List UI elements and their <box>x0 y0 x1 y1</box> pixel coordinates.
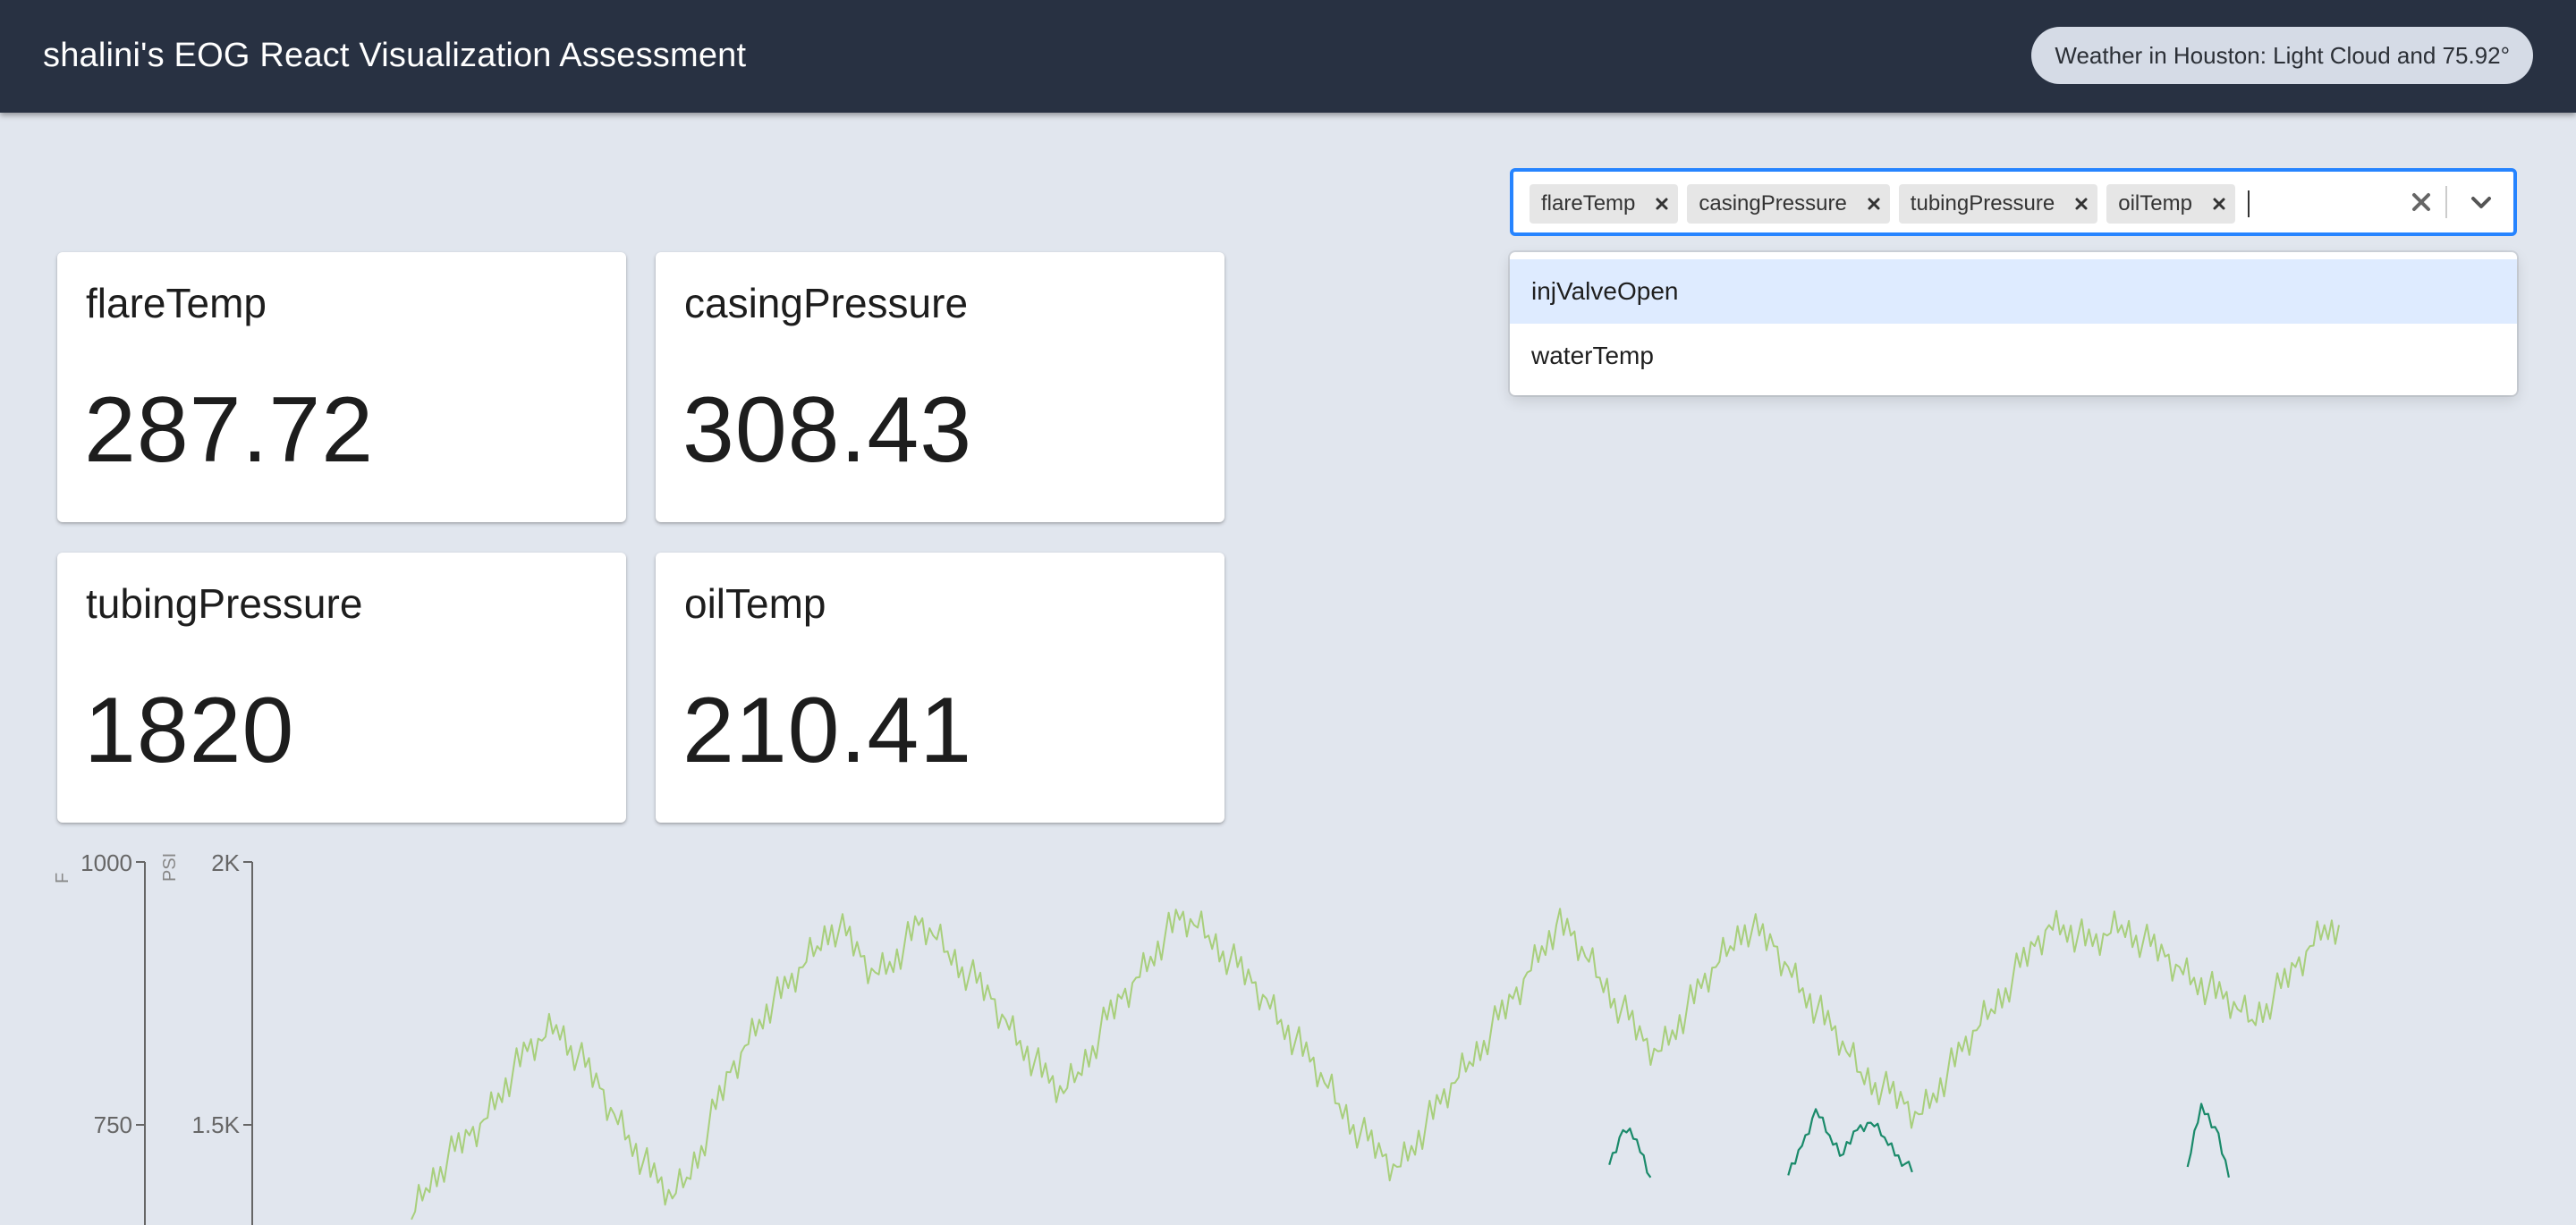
metric-tag-oiltemp: oilTemp <box>2106 184 2235 224</box>
remove-tag-button[interactable] <box>1858 184 1890 224</box>
pressure-axis-unit: PSI <box>160 853 180 882</box>
metric-tag-label: casingPressure <box>1699 191 1847 215</box>
metric-card-title: tubingPressure <box>86 580 363 627</box>
metric-options-menu: injValveOpen waterTemp <box>1510 252 2517 395</box>
menu-option-injvalveopen[interactable]: injValveOpen <box>1510 259 2517 324</box>
metric-card: casingPressure 308.43 <box>656 252 1224 522</box>
close-icon <box>1868 198 1880 210</box>
close-icon <box>1656 198 1668 210</box>
remove-tag-button[interactable] <box>2203 184 2235 224</box>
app-title: shalini's EOG React Visualization Assess… <box>43 37 747 74</box>
metric-card-value: 210.41 <box>682 679 973 782</box>
remove-tag-button[interactable] <box>1646 184 1678 224</box>
metric-card-title: casingPressure <box>684 280 969 326</box>
clear-all-button[interactable] <box>2394 172 2449 232</box>
remove-tag-button[interactable] <box>2065 184 2097 224</box>
indicator-separator <box>2445 186 2447 218</box>
metric-card-value: 1820 <box>84 679 295 782</box>
series-layer <box>411 908 2340 1221</box>
metric-card-value: 287.72 <box>84 378 375 482</box>
metric-tag-label: tubingPressure <box>1910 191 2055 215</box>
metric-card: tubingPressure 1820 <box>57 553 626 823</box>
metric-tag-label: oilTemp <box>2118 191 2192 215</box>
temperature-axis-tick-label: 750 <box>94 1111 132 1138</box>
metric-select[interactable]: flareTemp casingPressure tubingPressure <box>1510 168 2517 236</box>
dropdown-toggle-button[interactable] <box>2449 172 2513 232</box>
weather-chip[interactable]: Weather in Houston: Light Cloud and 75.9… <box>2031 27 2533 84</box>
metric-card: oilTemp 210.41 <box>656 553 1224 823</box>
close-icon <box>2075 198 2088 210</box>
temperature-axis-tick-label: 1000 <box>80 849 132 876</box>
metric-card-value: 308.43 <box>682 378 973 482</box>
chevron-down-icon <box>2471 197 2491 208</box>
metric-card-title: oilTemp <box>684 580 826 627</box>
pressure-series-line <box>411 908 2340 1221</box>
close-icon <box>2213 198 2225 210</box>
app-header: shalini's EOG React Visualization Assess… <box>0 0 2576 113</box>
pressure-axis-tick-label: 1.5K <box>192 1111 241 1138</box>
temperature-axis-unit: F <box>53 873 72 883</box>
metric-card-title: flareTemp <box>86 280 267 326</box>
close-icon <box>2412 193 2430 211</box>
metric-card: flareTemp 287.72 <box>57 252 626 522</box>
metric-tag-flaretemp: flareTemp <box>1530 184 1679 224</box>
metrics-line-chart: F 1000 750 PSI 2K 1.5K <box>53 849 2340 1225</box>
metric-tag-casingpressure: casingPressure <box>1687 184 1890 224</box>
metric-tag-tubingpressure: tubingPressure <box>1898 184 2098 224</box>
pressure-axis-tick-label: 2K <box>211 849 240 876</box>
metric-tag-label: flareTemp <box>1541 191 1636 215</box>
menu-option-watertemp[interactable]: waterTemp <box>1510 324 2517 388</box>
selected-metric-tags: flareTemp casingPressure tubingPressure <box>1530 184 2250 224</box>
text-cursor[interactable] <box>2247 190 2250 217</box>
